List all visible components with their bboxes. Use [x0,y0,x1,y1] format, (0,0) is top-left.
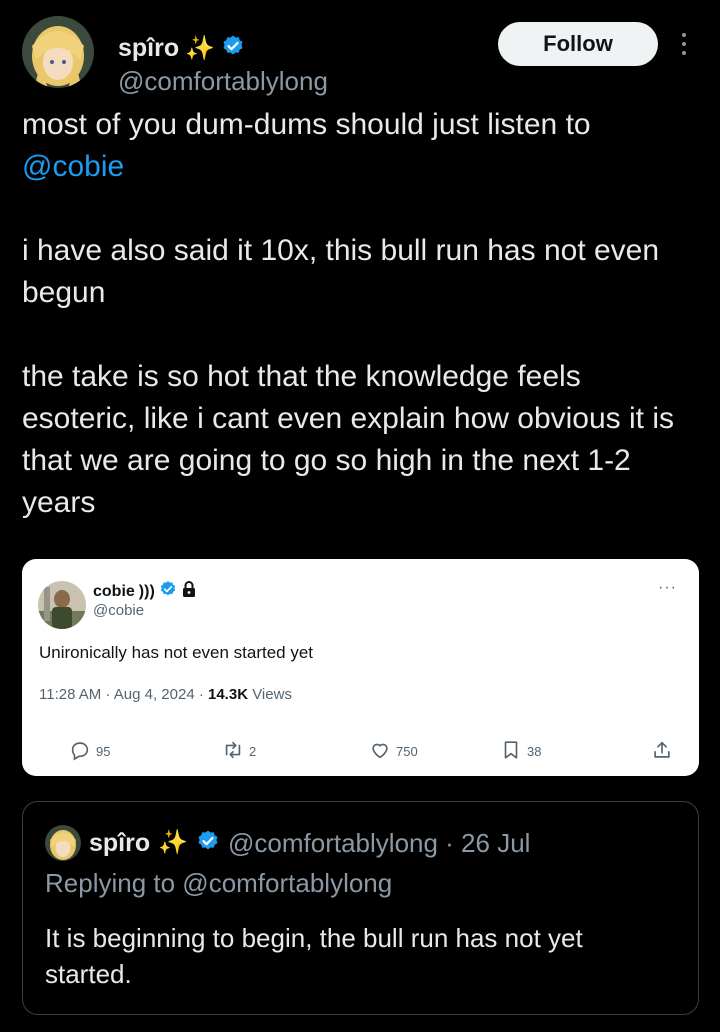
more-options-icon[interactable] [672,28,696,64]
reply-action: 95 [69,739,110,764]
author-handle[interactable]: @comfortablylong [118,66,328,97]
more-options-icon: ··· [658,579,677,596]
embedded-tweet-image[interactable]: cobie ))) @cobie ··· Unironically has no… [22,559,699,776]
cobie-name: cobie [93,582,135,600]
bookmark-action: 38 [500,739,541,764]
lock-icon [181,580,197,603]
bookmark-icon [500,739,522,764]
verified-badge-icon [159,580,177,603]
author-name-row: spîro ✨ [118,34,245,63]
sparkles-emoji: ✨ [185,34,216,62]
like-count: 750 [396,744,418,759]
cobie-avatar [38,581,86,629]
tweet-paragraph-2: i have also said it 10x, this bull run h… [22,234,660,309]
cobie-handle: @cobie [93,602,145,619]
quoted-header: spîro ✨ @comfortablylong · 26 Jul [45,825,530,861]
like-icon [369,739,391,764]
mention-link[interactable]: @cobie [22,150,124,183]
cobie-name-suffix: ))) [138,582,155,600]
quoted-text: It is beginning to begin, the bull run h… [45,923,583,989]
embedded-views-count: 14.3K [208,686,249,703]
quoted-author-name: spîro [89,828,151,857]
tweet-header: spîro ✨ @comfortablylong Follow [22,16,702,96]
retweet-count: 2 [249,744,257,759]
tweet-paragraph-3: the take is so hot that the knowledge fe… [22,360,675,519]
retweet-action: 2 [222,739,256,764]
replying-to: Replying to @comfortablylong [45,868,393,898]
embedded-tweet-meta: 11:28 AM · Aug 4, 2024 · 14.3K Views [39,686,292,703]
embedded-tweet-text: Unironically has not even started yet [39,643,314,662]
tweet-paragraph-1: most of you dum-dums should just listen … [22,104,702,188]
author-name[interactable]: spîro [118,34,179,63]
quoted-handle-date: @comfortablylong · 26 Jul [228,827,531,858]
embedded-timestamp: 11:28 AM · Aug 4, 2024 · [39,686,208,703]
share-action [651,739,673,764]
follow-button[interactable]: Follow [498,22,658,66]
tweet-line1-text: most of you dum-dums should just listen … [22,108,591,141]
retweet-icon [222,739,244,764]
quoted-author-avatar [45,825,81,861]
tweet-text: most of you dum-dums should just listen … [22,104,702,524]
quoted-tweet[interactable]: spîro ✨ @comfortablylong · 26 Jul Replyi… [22,801,699,1015]
author-avatar[interactable] [22,16,94,88]
reply-count: 95 [96,744,111,759]
sparkles-emoji: ✨ [158,829,189,856]
cobie-name-row: cobie ))) [93,580,197,603]
bookmark-count: 38 [527,744,542,759]
embedded-views-label: Views [248,686,292,703]
verified-badge-icon [196,829,220,858]
reply-icon [69,739,91,764]
like-action: 750 [369,739,418,764]
share-icon [651,739,673,764]
embedded-action-bar: 95 2 750 38 [22,739,699,767]
verified-badge-icon [221,34,245,63]
